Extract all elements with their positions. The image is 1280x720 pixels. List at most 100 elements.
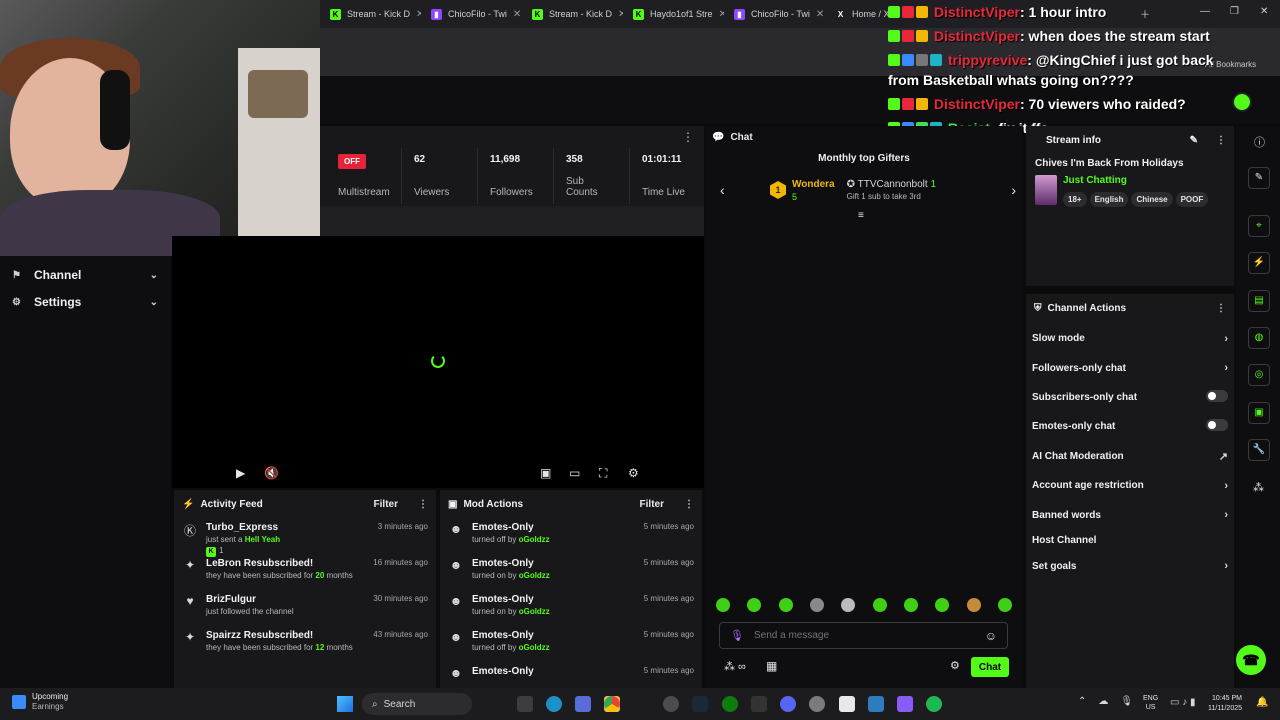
- close-icon[interactable]: ✕: [816, 9, 824, 20]
- slow-mode-row[interactable]: Slow mode ›: [1026, 324, 1234, 353]
- more-options-icon[interactable]: ⋮: [1216, 303, 1226, 314]
- wrench-icon[interactable]: 🔧: [1248, 439, 1270, 461]
- epic-icon[interactable]: [751, 696, 767, 712]
- close-icon[interactable]: ✕: [513, 9, 521, 20]
- tray-icons[interactable]: ▭ ♪ ▮: [1170, 697, 1196, 708]
- chevron-right-icon[interactable]: ›: [1011, 182, 1016, 198]
- chat-bubble-icon[interactable]: ◍: [1248, 327, 1270, 349]
- discord-icon[interactable]: [780, 696, 796, 712]
- chat-tools-icon[interactable]: ⁂ ∞: [724, 660, 746, 673]
- theater-icon[interactable]: ▭: [569, 466, 580, 480]
- layout-icon[interactable]: ▣: [1248, 402, 1270, 424]
- cloud-icon[interactable]: ☁: [1098, 696, 1108, 707]
- store-icon[interactable]: [839, 696, 855, 712]
- mic-icon[interactable]: 🎙: [1120, 696, 1133, 707]
- browser-tab[interactable]: K Stream - Kick D ✕: [522, 0, 623, 28]
- chat-input[interactable]: [753, 630, 975, 641]
- chevron-right-icon: ›: [1224, 479, 1228, 492]
- add-widget-icon[interactable]: ⁂: [1253, 481, 1264, 494]
- chrome-icon[interactable]: [604, 696, 620, 712]
- language-indicator[interactable]: ENG US: [1143, 694, 1158, 712]
- collapse-icon[interactable]: ≡: [858, 210, 864, 221]
- xbox-icon[interactable]: [722, 696, 738, 712]
- banned-words-row[interactable]: Banned words ›: [1026, 500, 1234, 529]
- emote-icon[interactable]: [903, 598, 918, 612]
- broadcast-icon[interactable]: ◎: [1248, 364, 1270, 386]
- more-options-icon[interactable]: ⋮: [418, 499, 428, 510]
- weather-widget[interactable]: Upcoming Earnings: [12, 692, 68, 712]
- edit-icon[interactable]: ✎: [1248, 167, 1270, 189]
- browser-tab[interactable]: ▮ ChicoFilo - Twi ✕: [421, 0, 522, 28]
- store-icon[interactable]: ▦: [766, 659, 777, 673]
- app-icon[interactable]: [575, 696, 591, 712]
- edit-icon[interactable]: ✎: [1190, 135, 1198, 146]
- subscribers-only-toggle[interactable]: [1206, 389, 1228, 402]
- chevron-left-icon[interactable]: ‹: [720, 182, 770, 198]
- host-channel-row[interactable]: Host Channel: [1026, 530, 1234, 552]
- close-window-icon[interactable]: ✕: [1260, 6, 1268, 17]
- more-options-icon[interactable]: ⋮: [684, 499, 694, 510]
- chevron-up-icon[interactable]: ⌃: [1078, 696, 1086, 707]
- gear-icon[interactable]: ⚙: [628, 466, 639, 480]
- tag[interactable]: Chinese: [1131, 192, 1173, 207]
- info-icon[interactable]: ⓘ: [1254, 134, 1265, 150]
- emote-icon[interactable]: [872, 598, 887, 612]
- emote-icon[interactable]: [841, 598, 856, 612]
- multistream-status[interactable]: OFF Multistream: [326, 148, 402, 204]
- filter-button[interactable]: Filter: [374, 499, 398, 510]
- mute-icon[interactable]: 🔇: [264, 466, 279, 480]
- tag[interactable]: English: [1089, 192, 1129, 207]
- browser-tab[interactable]: K Stream - Kick D ✕: [320, 0, 421, 28]
- filter-button[interactable]: Filter: [640, 499, 664, 510]
- tag[interactable]: 18+: [1063, 192, 1087, 207]
- clock[interactable]: 10:45 PM 11/11/2025: [1208, 694, 1242, 714]
- fullscreen-icon[interactable]: ⛶: [599, 466, 607, 481]
- emote-icon[interactable]: [778, 598, 793, 612]
- taskbar-search[interactable]: ⌕ Search: [362, 693, 472, 715]
- tag[interactable]: POOF: [1175, 192, 1209, 207]
- bolt-icon[interactable]: ⚡: [1248, 252, 1270, 274]
- task-view-icon[interactable]: [517, 696, 533, 712]
- emotes-only-toggle[interactable]: [1206, 419, 1228, 432]
- app-icon[interactable]: [663, 696, 679, 712]
- play-icon[interactable]: ▶: [236, 466, 245, 480]
- chat-settings-icon[interactable]: ⚙: [950, 659, 960, 672]
- more-options-icon[interactable]: ⋮: [1216, 135, 1226, 146]
- panel-title: Activity Feed: [200, 498, 263, 510]
- emote-icon[interactable]: [747, 598, 762, 612]
- emote-icon[interactable]: [997, 598, 1012, 612]
- more-options-icon[interactable]: ⋮: [682, 130, 694, 144]
- account-age-row[interactable]: Account age restriction ›: [1026, 471, 1234, 500]
- steam-icon[interactable]: [692, 696, 708, 712]
- stream-preview-bar: [320, 206, 704, 236]
- settings-icon[interactable]: [809, 696, 825, 712]
- set-goals-row[interactable]: Set goals ›: [1026, 552, 1234, 581]
- edge-icon[interactable]: [546, 696, 562, 712]
- obs-icon[interactable]: [897, 696, 913, 712]
- emoji-icon[interactable]: ☺: [985, 629, 997, 643]
- emote-icon[interactable]: [716, 598, 730, 612]
- category-link[interactable]: Just Chatting: [1063, 175, 1223, 186]
- emote-icon[interactable]: [935, 598, 950, 612]
- browser-tab[interactable]: K Haydo1of1 Stre ✕: [623, 0, 724, 28]
- mic-icon[interactable]: 🎙: [730, 629, 744, 642]
- emote-icon[interactable]: [966, 598, 981, 612]
- category-thumbnail[interactable]: [1035, 175, 1057, 205]
- clipboard-icon[interactable]: ▤: [1248, 290, 1270, 312]
- followers-only-row[interactable]: Followers-only chat ›: [1026, 353, 1234, 382]
- sidebar-item-channel[interactable]: ⚑ Channel ⌄: [0, 262, 170, 288]
- target-icon[interactable]: ⌖: [1248, 215, 1270, 237]
- ai-moderation-row[interactable]: AI Chat Moderation ↗: [1026, 442, 1234, 471]
- notification-icon[interactable]: 🔔: [1256, 697, 1268, 708]
- browser-tab[interactable]: ▮ ChicoFilo - Twi ✕: [724, 0, 825, 28]
- send-chat-button[interactable]: Chat: [971, 657, 1009, 677]
- list-item: ☻ Emotes-Only turned on by oGoldzz 5 minute…: [440, 590, 702, 626]
- help-icon[interactable]: ☎: [1236, 645, 1266, 675]
- activity-feed-panel: ⚡ Activity Feed Filter ⋮ Ⓚ Turbo_Express just…: [174, 490, 436, 688]
- spotify-icon[interactable]: [926, 696, 942, 712]
- start-icon[interactable]: [337, 696, 353, 712]
- app-icon[interactable]: [868, 696, 884, 712]
- emote-icon[interactable]: [809, 598, 824, 612]
- sidebar-item-settings[interactable]: ⚙ Settings ⌄: [0, 289, 170, 315]
- pip-icon[interactable]: ▣: [540, 466, 551, 480]
